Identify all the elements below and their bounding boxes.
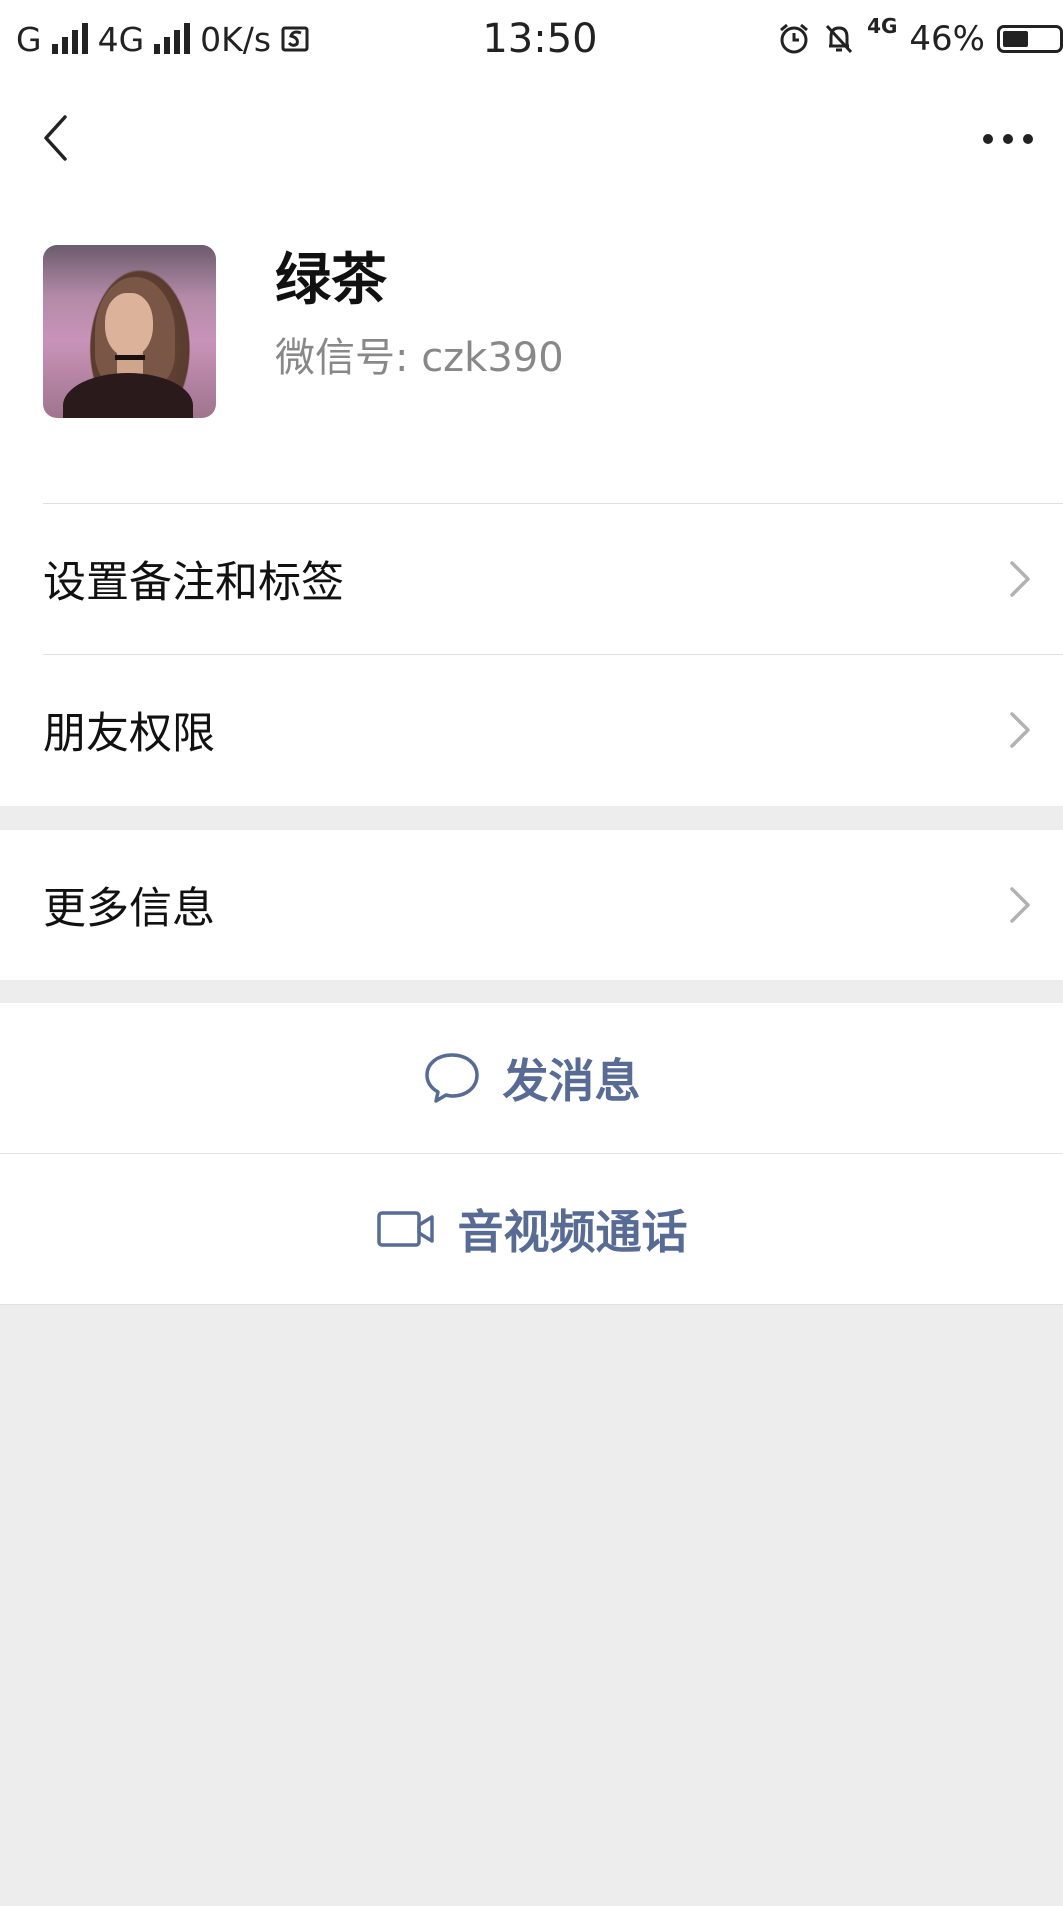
network-type-right: 4G [867, 14, 898, 38]
send-message-label: 发消息 [502, 1054, 641, 1108]
more-button[interactable] [975, 114, 1041, 164]
row-friend-permissions[interactable]: 朋友权限 [0, 654, 1063, 806]
video-call-button[interactable]: 音视频通话 [0, 1154, 1063, 1304]
chevron-left-icon [44, 115, 67, 161]
status-bar: G 4G 0K/s 13:50 4G 46% [0, 0, 1063, 78]
avatar-face [105, 293, 153, 357]
battery-icon [997, 25, 1063, 53]
divider [43, 654, 1063, 655]
video-call-label: 音视频通话 [457, 1205, 688, 1259]
nav-bar [0, 78, 1063, 198]
chevron-right-icon [1005, 708, 1035, 752]
row-friend-permissions-label: 朋友权限 [43, 709, 215, 759]
avatar-body [63, 373, 193, 418]
wechat-id: 微信号: czk390 [275, 335, 564, 381]
mute-bell-icon [825, 24, 853, 54]
status-right: 4G 46% [777, 14, 1063, 64]
alarm-icon [780, 23, 809, 54]
profile-name: 绿茶 [275, 248, 387, 313]
divider [43, 503, 1063, 504]
back-button[interactable] [30, 108, 80, 168]
more-dots-icon [983, 134, 1033, 144]
avatar[interactable] [43, 245, 216, 418]
send-message-button[interactable]: 发消息 [0, 1003, 1063, 1153]
profile-header: 绿茶 微信号: czk390 [0, 198, 1063, 503]
row-more-info-label: 更多信息 [43, 884, 215, 934]
chevron-right-icon [1005, 557, 1035, 601]
battery-percent: 46% [909, 19, 985, 59]
divider [0, 1304, 1063, 1305]
chat-bubble-icon [424, 1053, 479, 1103]
row-remark-tags-label: 设置备注和标签 [43, 557, 344, 608]
row-more-info[interactable]: 更多信息 [0, 830, 1063, 980]
row-remark-tags[interactable]: 设置备注和标签 [0, 503, 1063, 654]
chevron-right-icon [1005, 883, 1035, 927]
avatar-choker [115, 355, 145, 360]
video-camera-icon [376, 1211, 434, 1247]
